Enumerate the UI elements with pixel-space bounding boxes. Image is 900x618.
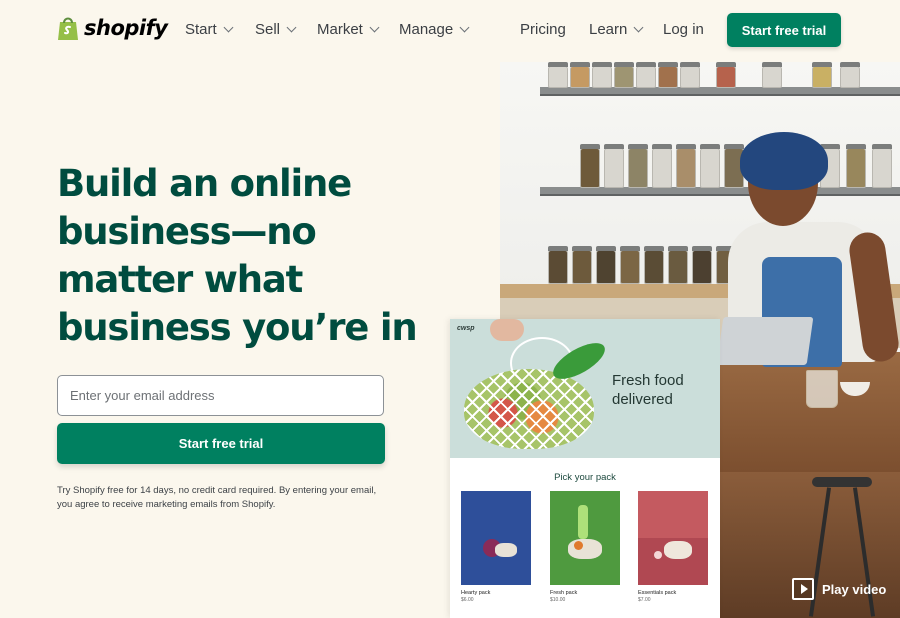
shelf	[540, 187, 900, 196]
product-price: $6.00	[461, 597, 474, 603]
play-video-button[interactable]: Play video	[792, 578, 886, 600]
chevron-down-icon	[223, 22, 234, 33]
play-video-label: Play video	[822, 581, 887, 597]
product-image	[461, 491, 531, 585]
email-field[interactable]	[57, 375, 384, 416]
person-headwrap	[740, 132, 828, 190]
hero-headline: Build an online business—no matter what …	[57, 162, 418, 349]
nav-item-market[interactable]: Market	[317, 21, 380, 38]
store-subheading: Pick your pack	[554, 472, 616, 483]
product-image	[550, 491, 620, 585]
stool-seat	[812, 477, 872, 487]
store-headline: Fresh food delivered	[612, 372, 684, 408]
laptop	[716, 317, 814, 365]
nav-link-login[interactable]: Log in	[663, 21, 704, 38]
store-logo: cwsp	[457, 325, 475, 332]
product-card[interactable]: Hearty pack $6.00	[461, 491, 531, 603]
chevron-down-icon	[286, 22, 297, 33]
product-price: $7.00	[638, 597, 651, 603]
nav-start-trial-button[interactable]: Start free trial	[727, 13, 841, 47]
brand-name: shopify	[84, 16, 168, 40]
product-card[interactable]: Fresh pack $10.00	[550, 491, 620, 603]
chevron-down-icon	[459, 22, 470, 33]
nav-item-sell[interactable]: Sell	[255, 21, 297, 38]
shopify-logo[interactable]: shopify	[57, 15, 168, 41]
produce-net-bag	[464, 369, 594, 449]
product-name: Hearty pack	[461, 590, 491, 596]
store-preview-card: cwsp Fresh food delivered Pick your pack…	[450, 319, 720, 618]
product-name: Essentials pack	[638, 590, 677, 596]
play-icon	[792, 578, 814, 600]
nav-item-manage[interactable]: Manage	[399, 21, 470, 38]
nav-item-label: Sell	[255, 21, 281, 38]
product-card[interactable]: Essentials pack $7.00	[638, 491, 708, 603]
nav-item-label: Manage	[399, 21, 454, 38]
chevron-down-icon	[369, 22, 380, 33]
shelf	[540, 87, 900, 96]
chevron-down-icon	[633, 22, 644, 33]
nav-link-pricing[interactable]: Pricing	[520, 21, 566, 38]
product-name: Fresh pack	[550, 590, 578, 596]
nav-item-label: Log in	[663, 21, 704, 38]
start-trial-button[interactable]: Start free trial	[57, 423, 385, 464]
store-hero-image: cwsp Fresh food delivered	[450, 319, 720, 458]
drinking-glass	[806, 370, 838, 408]
product-price: $10.00	[550, 597, 566, 603]
nav-item-label: Start	[185, 21, 217, 38]
nav-item-learn[interactable]: Learn	[589, 21, 644, 38]
trial-disclaimer: Try Shopify free for 14 days, no credit …	[57, 485, 377, 510]
shopping-bag-icon	[57, 15, 79, 41]
nav-item-start[interactable]: Start	[185, 21, 234, 38]
product-image	[638, 491, 708, 585]
nav-item-label: Learn	[589, 21, 628, 38]
hand-illustration	[490, 319, 524, 341]
nav-item-label: Pricing	[520, 21, 566, 38]
nav-item-label: Market	[317, 21, 363, 38]
top-navigation: shopify Start Sell Market Manage Pricing…	[0, 0, 900, 62]
